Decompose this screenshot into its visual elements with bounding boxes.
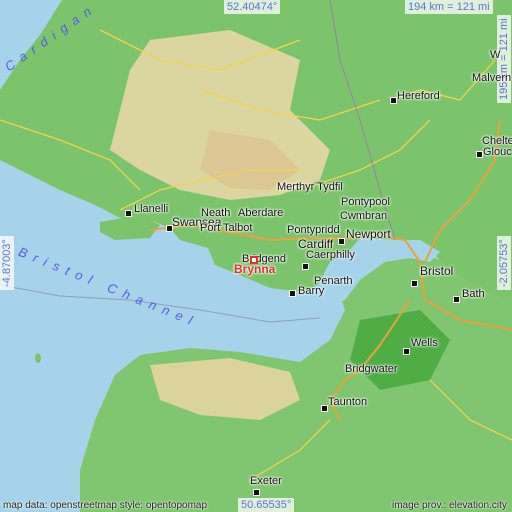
place-pontypool[interactable]: Pontypool [341, 197, 390, 208]
place-top-right-w[interactable]: W [490, 50, 500, 61]
town-dot-barry [289, 290, 296, 297]
town-dot-bath [453, 296, 460, 303]
town-dot-exeter [253, 489, 260, 496]
place-bath[interactable]: Bath [462, 289, 485, 300]
place-malvern[interactable]: Malvern [472, 73, 511, 84]
place-hereford[interactable]: Hereford [397, 91, 440, 102]
town-dot-cardiff [302, 263, 309, 270]
lundy-island [35, 353, 41, 363]
town-dot-hereford [390, 97, 397, 104]
town-dot-wells [403, 348, 410, 355]
place-aberdare[interactable]: Aberdare [238, 208, 283, 219]
place-taunton[interactable]: Taunton [328, 397, 367, 408]
top-coordinate: 52.40474° [224, 0, 281, 14]
place-barry[interactable]: Barry [298, 286, 324, 297]
right-coordinate: -2.05753° [497, 236, 511, 290]
town-dot-gloucester [476, 151, 483, 158]
place-bridgwater[interactable]: Bridgwater [345, 364, 398, 375]
place-exeter[interactable]: Exeter [250, 476, 282, 487]
town-dot-newport [338, 238, 345, 245]
place-pontypridd[interactable]: Pontypridd [287, 225, 340, 236]
place-port-talbot[interactable]: Port Talbot [200, 223, 252, 234]
left-coordinate: -4.87003° [0, 236, 14, 290]
town-dot-bristol [411, 280, 418, 287]
place-caerphilly[interactable]: Caerphilly [306, 250, 355, 261]
place-merthyr[interactable]: Merthyr Tydfil [277, 182, 343, 193]
town-dot-taunton [321, 405, 328, 412]
town-dot-llanelli [125, 210, 132, 217]
place-wells[interactable]: Wells [411, 338, 438, 349]
place-gloucester[interactable]: Glouc [483, 147, 512, 158]
horizontal-scale: 194 km = 121 mi [405, 0, 493, 14]
attribution-right: image prov.: elevation.city [392, 500, 507, 511]
place-newport[interactable]: Newport [346, 228, 391, 240]
location-marker-label[interactable]: Brynna [234, 262, 275, 276]
attribution-left: map data: openstreetmap style: opentopom… [3, 500, 208, 511]
place-bristol[interactable]: Bristol [420, 265, 453, 277]
place-cwmbran[interactable]: Cwmbran [340, 211, 387, 222]
place-llanelli[interactable]: Llanelli [134, 204, 168, 215]
place-cardiff[interactable]: Cardiff [298, 238, 333, 250]
bottom-coordinate: 50.65535° [238, 498, 295, 512]
